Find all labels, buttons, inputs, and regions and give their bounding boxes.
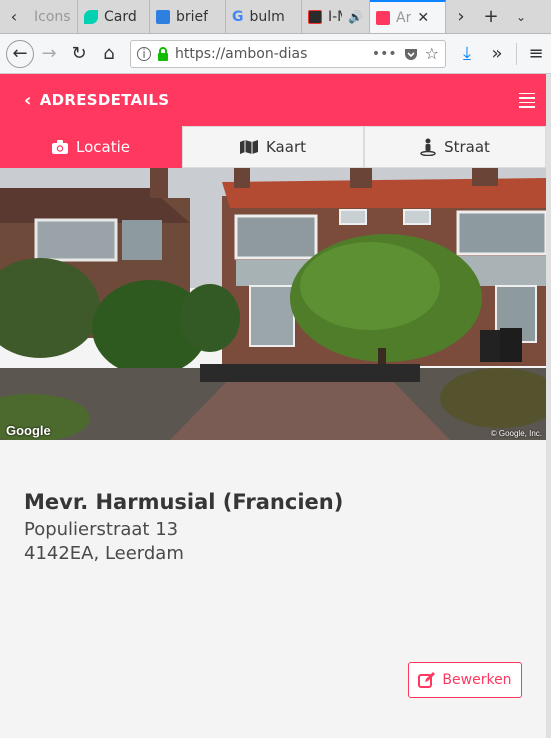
back-icon[interactable]: ← [6,39,34,68]
app-favicon-icon [308,9,322,24]
url-bar[interactable]: i https://ambon-dias ••• ☆ [130,39,446,68]
browser-tab[interactable]: Card [78,0,150,33]
browser-menu-icon[interactable]: ≡ [521,39,551,69]
tab-list-icon[interactable]: ⌄ [506,0,536,33]
hamburger-menu-icon[interactable] [519,92,535,108]
page-actions-icon[interactable]: ••• [372,46,397,62]
address-book-favicon-icon [376,10,390,25]
browser-tab-label: I-M [328,8,342,25]
browser-tab[interactable]: Icons [28,0,78,33]
map-icon [239,140,258,154]
back-to-list-link[interactable]: ‹ ADRESDETAILS [24,90,169,111]
app-header: ‹ ADRESDETAILS [0,74,551,126]
browser-tab-label: Icons [34,8,71,25]
edit-icon [418,672,436,688]
google-logo: Google [6,423,51,438]
page-title: ADRESDETAILS [39,91,170,109]
overflow-chevron-icon[interactable]: » [482,39,512,69]
browser-tab[interactable]: I-M 🔊 [302,0,370,33]
download-icon[interactable]: ⤓ [452,39,482,69]
house-photo [0,168,546,440]
browser-tab[interactable]: brief [150,0,226,33]
postal-city: 4142EA, Leerdam [24,543,184,564]
browser-tab[interactable]: G bulm [226,0,302,33]
street-address: Populierstraat 13 [24,519,179,540]
tab-straat[interactable]: Straat [364,126,546,168]
tab-label: Straat [444,138,490,156]
forward-icon[interactable]: → [34,39,64,69]
new-tab-icon[interactable]: + [476,0,506,33]
info-icon[interactable]: i [137,46,151,61]
copyright-text: © Google, Inc. [490,429,542,438]
browser-tab-label: Card [104,8,137,25]
tab-kaart[interactable]: Kaart [182,126,364,168]
page-scrollbar[interactable] [546,74,551,738]
tab-locatie[interactable]: Locatie [0,126,182,168]
detail-tabs: Locatie Kaart Straat [0,126,546,168]
tab-label: Locatie [76,138,130,156]
close-tab-icon[interactable]: ✕ [417,10,429,26]
chevron-left-icon: ‹ [24,89,32,111]
google-favicon-icon: G [232,8,244,25]
browser-tab-label: Ar [396,9,412,26]
street-view-icon [420,138,436,156]
edit-button-label: Bewerken [442,672,512,688]
bookmark-star-icon[interactable]: ☆ [425,44,439,63]
browser-tab-active[interactable]: Ar ✕ [370,0,446,33]
home-icon[interactable]: ⌂ [94,39,124,69]
tab-label: Kaart [265,138,306,156]
tab-scroll-left-icon[interactable]: ‹ [0,0,28,33]
browser-navbar: ← → ↻ ⌂ i https://ambon-dias ••• ☆ ⤓ » ≡ [0,34,551,74]
contact-name: Mevr. Harmusial (Francien) [24,490,344,514]
bulma-favicon-icon [84,9,98,24]
toolbar-divider [516,42,517,65]
pocket-icon[interactable] [403,46,419,62]
lock-icon [158,46,168,61]
tab-scroll-right-icon[interactable]: › [446,0,476,33]
edit-button[interactable]: Bewerken [408,662,522,698]
url-text[interactable]: https://ambon-dias [175,46,366,62]
browser-tab-label: brief [176,8,209,25]
camera-icon [52,140,68,154]
flag-favicon-icon [156,9,170,24]
reload-icon[interactable]: ↻ [64,39,94,69]
speaker-icon[interactable]: 🔊 [348,10,363,24]
browser-tab-strip: ‹ Icons Card brief G bulm I-M 🔊 Ar ✕ › +… [0,0,551,34]
street-view-image[interactable]: Google © Google, Inc. [0,168,546,440]
address-details: Mevr. Harmusial (Francien) Populierstraa… [0,440,546,738]
browser-tab-label: bulm [249,8,285,25]
